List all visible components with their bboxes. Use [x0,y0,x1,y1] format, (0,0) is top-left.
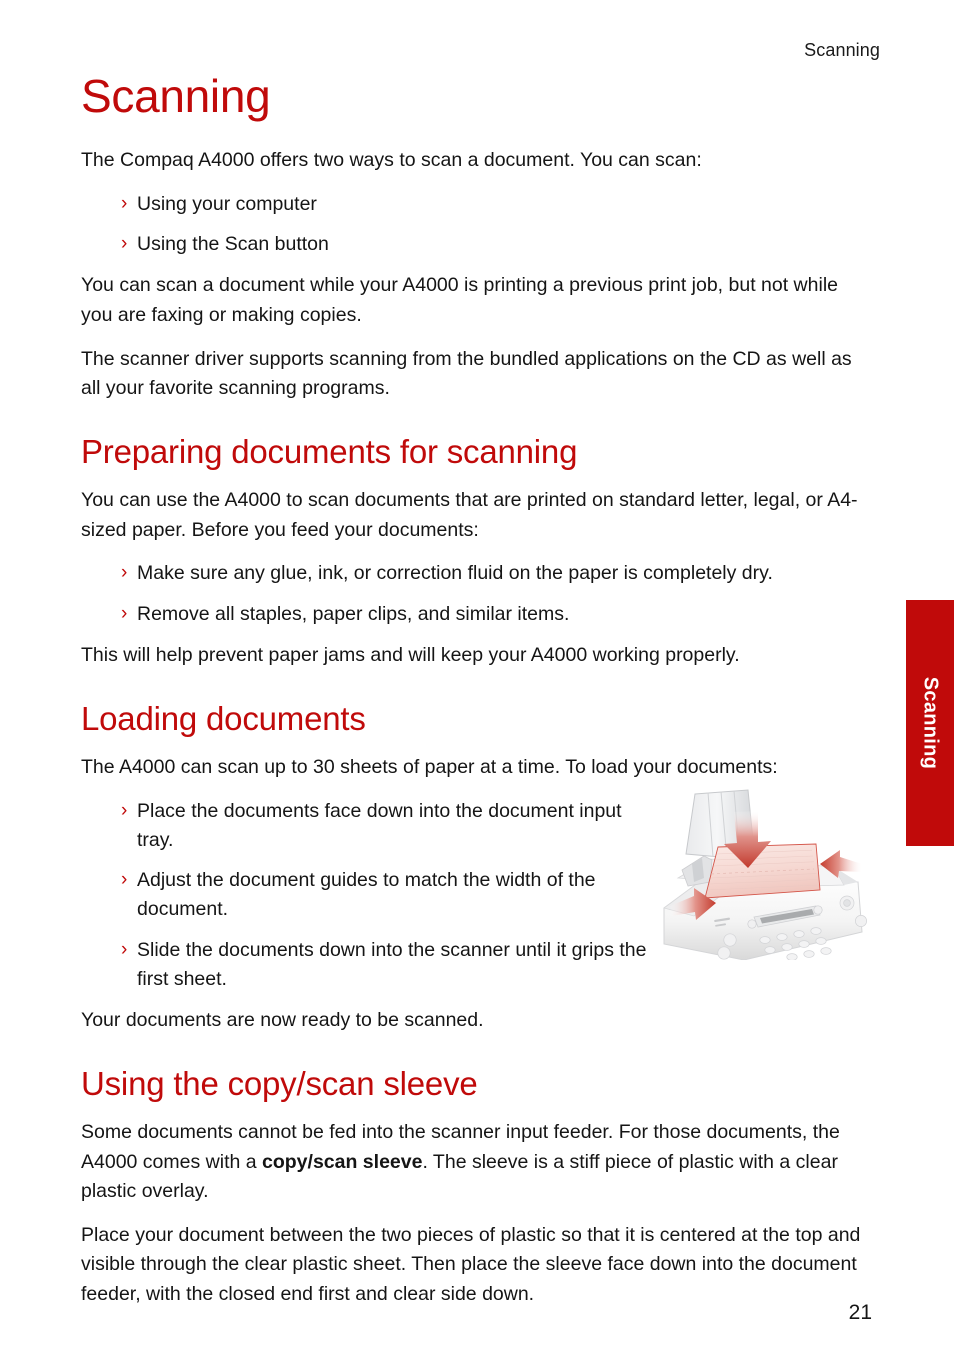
list-item: › Adjust the document guides to match th… [121,866,657,925]
list-item: › Using the Scan button [121,230,871,259]
preparing-bullet-list: › Make sure any glue, ink, or correction… [81,559,871,629]
list-item: › Make sure any glue, ink, or correction… [121,559,871,588]
document-sheet [704,843,821,899]
list-item: › Using your computer [121,190,871,219]
chevron-right-icon: › [121,562,128,584]
section-heading-sleeve: Using the copy/scan sleeve [81,1064,478,1102]
list-item-label: Slide the documents down into the scanne… [137,938,647,990]
list-item-label: Adjust the document guides to match the … [137,869,596,921]
section-heading-preparing: Preparing documents for scanning [81,432,578,470]
intro-paragraph-3: The scanner driver supports scanning fro… [81,347,852,400]
list-item-label: Remove all staples, paper clips, and sim… [137,602,570,625]
intro-paragraph-2: You can scan a document while your A4000… [81,274,838,327]
content-column: Scanning The Compaq A4000 offers two way… [81,72,871,1324]
intro-bullet-list: › Using your computer › Using the Scan b… [81,190,871,260]
chevron-right-icon: › [121,869,128,891]
page-title: Scanning [81,70,271,122]
running-header: Scanning [804,40,880,60]
manual-page: Scanning Scanning Scanning The Compaq A4… [0,0,954,1365]
sleeve-term-emphasis: copy/scan sleeve [262,1150,423,1173]
preparing-paragraph: You can use the A4000 to scan documents … [81,489,858,541]
list-item-label: Place the documents face down into the d… [137,799,622,851]
list-item-label: Make sure any glue, ink, or correction f… [137,562,773,585]
chevron-right-icon: › [121,799,128,821]
loading-closing-paragraph: Your documents are now ready to be scann… [81,1009,484,1032]
sleeve-paragraph-1: Some documents cannot be fed into the sc… [81,1118,871,1207]
list-item: › Place the documents face down into the… [121,797,657,856]
loading-paragraph: The A4000 can scan up to 30 sheets of pa… [81,755,778,778]
fax-loading-illustration [648,782,872,960]
chevron-right-icon: › [121,192,128,214]
list-item-label: Using your computer [137,192,317,215]
list-item: › Slide the documents down into the scan… [121,936,657,995]
sleeve-paragraph-2: Place your document between the two piec… [81,1223,861,1306]
chevron-right-icon: › [121,938,128,960]
section-heading-loading: Loading documents [81,699,366,737]
intro-paragraph: The Compaq A4000 offers two ways to scan… [81,149,702,172]
chapter-thumb-tab-label: Scanning [919,676,942,770]
page-number: 21 [848,1301,872,1324]
chevron-right-icon: › [121,602,128,624]
list-item: › Remove all staples, paper clips, and s… [121,600,871,629]
list-item-label: Using the Scan button [137,233,329,256]
chevron-right-icon: › [121,233,128,255]
preparing-closing-paragraph: This will help prevent paper jams and wi… [81,643,740,666]
chapter-thumb-tab: Scanning [906,600,954,846]
